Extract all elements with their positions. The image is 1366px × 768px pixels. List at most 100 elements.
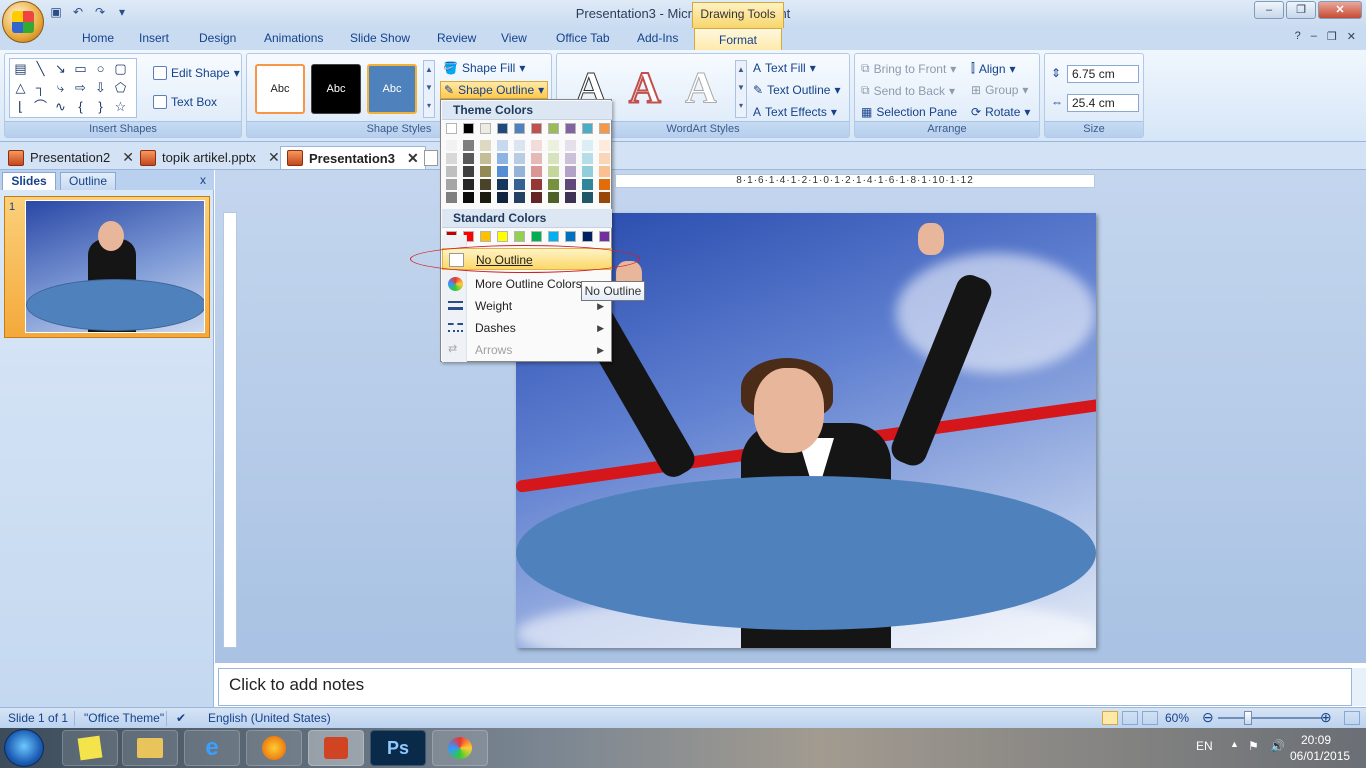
theme-shade-swatch[interactable] (599, 153, 610, 164)
tab-add-ins[interactable]: Add-Ins (637, 31, 678, 45)
theme-shade-swatch[interactable] (514, 192, 525, 203)
close-tab-icon[interactable]: ✕ (268, 149, 280, 166)
elbow-arrow-shape-icon[interactable]: ⤷ (52, 80, 69, 95)
theme-shade-swatch[interactable] (531, 179, 542, 190)
theme-shade-swatch[interactable] (582, 166, 593, 177)
dashes-menu-item[interactable]: Dashes ▶ (442, 317, 612, 339)
theme-shade-swatch[interactable] (531, 192, 542, 203)
theme-shade-swatch[interactable] (514, 179, 525, 190)
input-language[interactable]: EN (1196, 739, 1213, 753)
tab-insert[interactable]: Insert (139, 31, 169, 45)
standard-color-swatch[interactable] (531, 231, 542, 242)
fit-to-window-icon[interactable] (1344, 711, 1360, 725)
text-outline-button[interactable]: ✎ Text Outline ▾ (753, 83, 840, 97)
theme-color-swatch[interactable] (497, 123, 508, 134)
theme-shade-swatch[interactable] (463, 140, 474, 151)
theme-shade-swatch[interactable] (497, 179, 508, 190)
theme-shade-swatch[interactable] (446, 140, 457, 151)
notes-scrollbar[interactable] (1352, 668, 1366, 706)
tab-slide-show[interactable]: Slide Show (350, 31, 410, 45)
shape-height-field[interactable]: 6.75 cm (1067, 65, 1139, 83)
theme-shade-swatch[interactable] (548, 140, 559, 151)
theme-shade-swatch[interactable] (531, 166, 542, 177)
theme-shade-swatch[interactable] (548, 153, 559, 164)
zoom-in-icon[interactable]: ⊕ (1320, 709, 1332, 726)
pane-tab-outline[interactable]: Outline (60, 172, 116, 190)
send-to-back-button[interactable]: ⧉ Send to Back ▾ (861, 83, 955, 98)
freeform-shape-icon[interactable]: ∿ (52, 99, 69, 114)
theme-shade-swatch[interactable] (463, 179, 474, 190)
theme-color-swatch[interactable] (548, 123, 559, 134)
theme-shade-swatch[interactable] (463, 153, 474, 164)
zoom-slider-thumb[interactable] (1244, 711, 1252, 725)
text-fill-button[interactable]: A Text Fill ▾ (753, 61, 816, 75)
theme-shade-swatch[interactable] (497, 166, 508, 177)
theme-shade-swatch[interactable] (514, 140, 525, 151)
theme-shade-swatch[interactable] (480, 153, 491, 164)
theme-shade-swatch[interactable] (565, 179, 576, 190)
oval-shape-icon[interactable]: ○ (92, 61, 109, 76)
align-button[interactable]: ⫿ Align ▾ (971, 61, 1016, 76)
bring-to-front-button[interactable]: ⧉ Bring to Front ▾ (861, 61, 956, 76)
shape-style-black[interactable]: Abc (311, 64, 361, 114)
theme-shade-swatch[interactable] (514, 153, 525, 164)
zoom-level[interactable]: 60% (1165, 711, 1189, 725)
standard-color-swatch[interactable] (497, 231, 508, 242)
close-tab-icon[interactable]: ✕ (407, 150, 419, 167)
line-shape-icon[interactable]: ╲ (32, 61, 49, 76)
theme-shade-swatch[interactable] (582, 179, 593, 190)
paint-icon[interactable] (432, 730, 488, 766)
theme-shade-swatch[interactable] (446, 192, 457, 203)
tab-home[interactable]: Home (82, 31, 114, 45)
tab-office-tab[interactable]: Office Tab (556, 31, 610, 45)
office-button[interactable] (2, 1, 44, 43)
shape-style-orange-outline[interactable]: Abc (255, 64, 305, 114)
theme-shade-swatch[interactable] (565, 153, 576, 164)
customize-qat-icon[interactable]: ▾ (114, 4, 130, 20)
shape-styles-scroll[interactable]: ▲ ▼ ▾ (423, 60, 435, 118)
theme-shade-swatch[interactable] (497, 192, 508, 203)
tab-design[interactable]: Design (199, 31, 236, 45)
theme-shade-swatch[interactable] (497, 140, 508, 151)
theme-shade-swatch[interactable] (548, 192, 559, 203)
triangle-shape-icon[interactable]: △ (12, 80, 29, 95)
theme-color-swatch[interactable] (582, 123, 593, 134)
theme-color-swatch[interactable] (463, 123, 474, 134)
doc-tab-topik-artikel[interactable]: topik artikel.pptx ✕ (134, 146, 286, 169)
slide-sorter-view-icon[interactable] (1122, 711, 1138, 725)
theme-shade-swatch[interactable] (480, 179, 491, 190)
theme-shade-swatch[interactable] (582, 192, 593, 203)
theme-color-swatch[interactable] (531, 123, 542, 134)
shape-style-blue-selected[interactable]: Abc (367, 64, 417, 114)
close-button[interactable]: ✕ (1318, 1, 1362, 19)
theme-color-swatch[interactable] (514, 123, 525, 134)
star-shape-icon[interactable]: ☆ (112, 99, 129, 114)
spell-check-icon[interactable]: ✔ (176, 711, 186, 725)
theme-shade-swatch[interactable] (446, 179, 457, 190)
photoshop-icon[interactable]: Ps (370, 730, 426, 766)
redo-icon[interactable]: ↷ (92, 4, 108, 20)
powerpoint-taskbar-icon[interactable] (308, 730, 364, 766)
slide-thumbnail-selected[interactable]: 1 (4, 196, 210, 338)
theme-shade-swatch[interactable] (599, 166, 610, 177)
group-button[interactable]: ⊞ Group ▾ (971, 83, 1028, 97)
bracket-shape-icon[interactable]: ⌊ (12, 99, 29, 114)
file-explorer-icon[interactable] (122, 730, 178, 766)
selected-ellipse-shape[interactable] (516, 476, 1096, 630)
slide-show-view-icon[interactable] (1142, 711, 1158, 725)
theme-shade-swatch[interactable] (463, 192, 474, 203)
zoom-slider[interactable] (1218, 717, 1322, 719)
theme-shade-swatch[interactable] (582, 140, 593, 151)
undo-icon[interactable]: ↶ (70, 4, 86, 20)
left-brace-shape-icon[interactable]: { (72, 99, 89, 114)
minimize-button[interactable]: ‒ (1254, 1, 1284, 19)
shape-width-field[interactable]: 25.4 cm (1067, 94, 1139, 112)
pane-close-icon[interactable]: x (200, 173, 206, 187)
curve-shape-icon[interactable]: ⌒ (32, 99, 49, 114)
theme-shade-swatch[interactable] (599, 192, 610, 203)
tab-view[interactable]: View (501, 31, 527, 45)
normal-view-icon[interactable] (1102, 711, 1118, 725)
theme-shade-swatch[interactable] (565, 166, 576, 177)
theme-color-swatch[interactable] (446, 123, 457, 134)
sticky-notes-icon[interactable] (62, 730, 118, 766)
